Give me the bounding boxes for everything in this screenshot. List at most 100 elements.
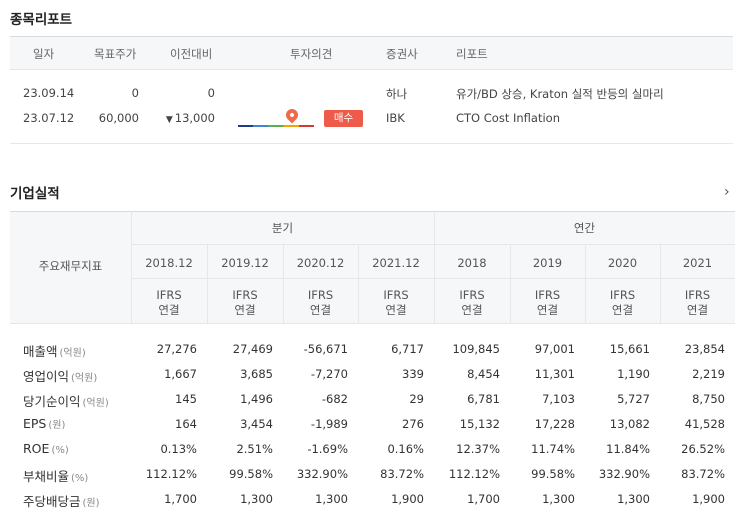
metric-label: 매출액 (억원) (23, 341, 86, 360)
report-change: ▼ 13,000 (166, 111, 215, 125)
metric-value: 11.84% (606, 442, 650, 456)
accounting-basis: 연결 (309, 303, 332, 317)
metric-value: 8,750 (692, 392, 725, 406)
metric-value: 1,667 (164, 367, 197, 381)
metric-unit: (원) (48, 420, 66, 431)
report-section-title: 종목리포트 (10, 12, 73, 28)
metric-value: 109,845 (452, 342, 500, 356)
col-target: 목표주가 (94, 47, 137, 61)
metric-value: 0.16% (387, 442, 424, 456)
metric-value: 145 (175, 392, 197, 406)
report-change: 0 (207, 86, 215, 100)
report-row[interactable]: 23.07.12 60,000 ▼ 13,000 IBK CTO Cost Inf… (10, 105, 733, 131)
metric-value: 99.58% (531, 467, 575, 481)
metric-value: 332.90% (598, 467, 650, 481)
metric-value: 2,219 (692, 367, 725, 381)
accounting-basis: IFRS (534, 288, 561, 302)
accounting-basis: IFRS (307, 288, 334, 302)
metric-value: 41,528 (684, 417, 725, 431)
group-annual: 연간 (573, 221, 596, 235)
divider (131, 244, 735, 245)
metric-value: 332.90% (296, 467, 348, 481)
metric-value: 97,001 (534, 342, 575, 356)
report-change-value: 13,000 (174, 111, 215, 125)
accounting-basis: IFRS (684, 288, 711, 302)
report-row[interactable]: 23.09.14 0 0 하나 유가/BD 상승, Kraton 실적 반등의 … (10, 80, 733, 106)
metric-value: 6,781 (467, 392, 500, 406)
down-triangle-icon: ▼ (165, 115, 173, 125)
metric-value: 83.72% (380, 467, 424, 481)
col-firm: 증권사 (386, 47, 418, 61)
metric-value: 112.12% (145, 467, 197, 481)
metric-name: 부채비율 (23, 469, 70, 484)
metric-value: -1,989 (310, 417, 348, 431)
col-change: 이전대비 (170, 47, 213, 61)
metric-value: -682 (321, 392, 348, 406)
metric-value: 339 (402, 367, 424, 381)
metric-value: 5,727 (617, 392, 650, 406)
metric-label: 영업이익 (억원) (23, 366, 97, 385)
period-header: 2018 (457, 256, 487, 270)
metric-value: 13,082 (609, 417, 650, 431)
report-table-header: 일자 목표주가 이전대비 투자의견 증권사 리포트 (10, 36, 733, 70)
metric-value: 83.72% (681, 467, 725, 481)
accounting-basis: IFRS (609, 288, 636, 302)
accounting-basis: 연결 (686, 303, 709, 317)
accounting-basis: 연결 (611, 303, 634, 317)
metric-header: 주요재무지표 (38, 259, 103, 273)
metric-value: 11,301 (534, 367, 575, 381)
metric-value: 27,276 (156, 342, 197, 356)
metric-name: EPS (23, 416, 47, 431)
metric-label: 부채비율 (%) (23, 466, 88, 485)
metric-name: 주당배당금 (23, 494, 81, 509)
metric-value: 1,300 (542, 492, 575, 506)
divider (10, 143, 733, 144)
accounting-basis: 연결 (536, 303, 559, 317)
metric-value: 1,190 (617, 367, 650, 381)
metric-unit: (억원) (71, 373, 98, 384)
metric-value: 17,228 (534, 417, 575, 431)
period-header: 2021 (682, 256, 713, 270)
metric-value: 1,300 (617, 492, 650, 506)
metric-value: -56,671 (303, 342, 348, 356)
report-date: 23.07.12 (23, 111, 75, 125)
metric-label: ROE (%) (23, 441, 69, 456)
period-header: 2021.12 (372, 256, 420, 270)
accounting-basis: 연결 (158, 303, 180, 317)
accounting-basis: IFRS (156, 288, 182, 302)
metric-name: ROE (23, 441, 50, 456)
metric-value: 26.52% (681, 442, 725, 456)
metric-value: 1,300 (240, 492, 273, 506)
metric-unit: (%) (71, 473, 89, 484)
group-quarter: 분기 (271, 221, 294, 235)
metric-label: 주당배당금 (원) (23, 491, 100, 509)
metric-value: 15,132 (459, 417, 500, 431)
accounting-basis: IFRS (232, 288, 258, 302)
period-header: 2018.12 (145, 256, 193, 270)
metric-value: 23,854 (684, 342, 725, 356)
period-header: 2020.12 (296, 256, 345, 270)
accounting-basis: 연결 (385, 303, 407, 317)
report-date: 23.09.14 (23, 86, 75, 100)
metric-value: 164 (175, 417, 197, 431)
accounting-basis: IFRS (383, 288, 409, 302)
metric-value: 1,700 (164, 492, 197, 506)
metric-value: 99.58% (229, 467, 273, 481)
col-opinion: 투자의견 (290, 47, 333, 61)
metric-unit: (억원) (82, 398, 109, 409)
metric-value: 276 (402, 417, 424, 431)
metric-name: 영업이익 (23, 369, 70, 384)
chevron-right-icon[interactable]: › (724, 184, 730, 200)
metric-value: 8,454 (467, 367, 500, 381)
metric-value: 29 (409, 392, 424, 406)
opinion-badge: 매수 (324, 110, 363, 127)
report-target: 0 (131, 86, 139, 100)
report-title-link[interactable]: 유가/BD 상승, Kraton 실적 반등의 실마리 (456, 86, 664, 102)
metric-unit: (원) (82, 498, 100, 509)
report-title-link[interactable]: CTO Cost Inflation (456, 111, 560, 125)
report-firm: 하나 (386, 87, 408, 101)
performance-table (10, 211, 735, 212)
report-firm: IBK (386, 111, 405, 125)
divider (131, 278, 735, 279)
metric-value: 0.13% (160, 442, 197, 456)
